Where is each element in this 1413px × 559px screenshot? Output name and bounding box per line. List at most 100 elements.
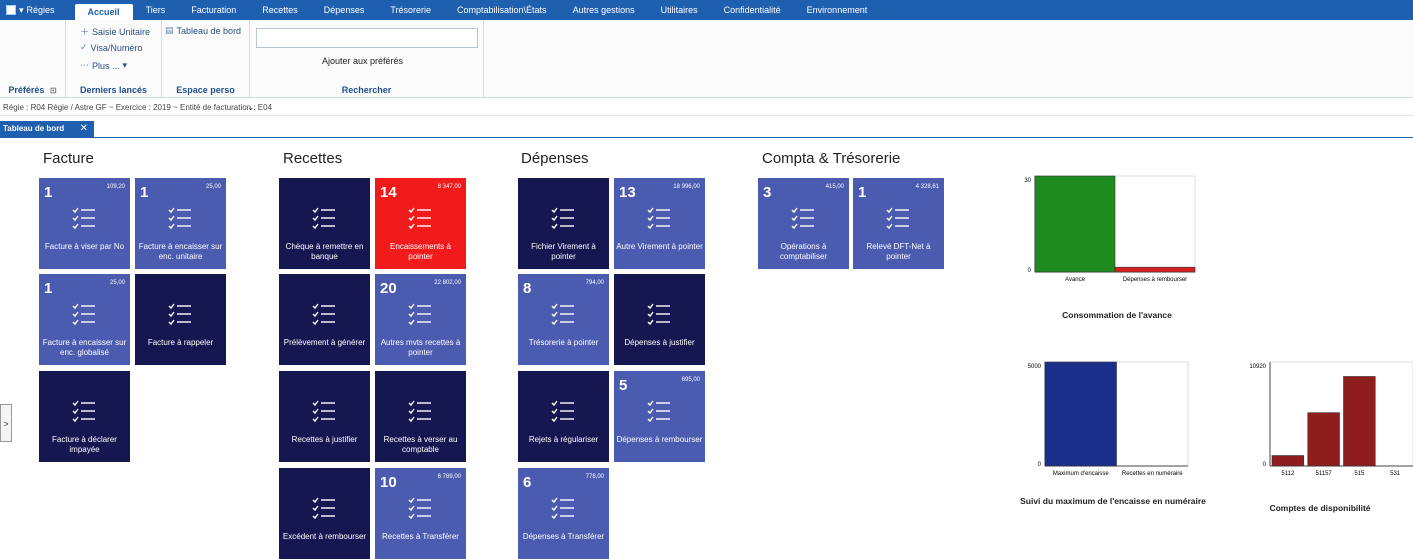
- checklist-icon: [647, 399, 671, 423]
- dashboard-tile[interactable]: 6 778,00 Dépenses à Transférer: [518, 468, 609, 559]
- plus-dropdown[interactable]: ⋯ Plus ... ▾: [80, 60, 127, 71]
- dashboard-tile[interactable]: Facture à déclarer impayée: [39, 371, 130, 462]
- x-tick-label: 5112: [1281, 471, 1295, 477]
- y-tick-label: 0: [1038, 462, 1042, 468]
- dashboard-tile[interactable]: 1 25,00 Facture à encaisser sur enc. globa…: [39, 274, 130, 365]
- plus-icon: ＋: [80, 27, 90, 37]
- tile-label: Facture à encaisser sur enc. unitaire: [138, 242, 223, 261]
- tile-label: Recettes à Transférer: [382, 532, 459, 541]
- tableau-de-bord-link[interactable]: ▤ Tableau de bord: [165, 25, 241, 36]
- app-menu-label: Régies: [26, 5, 55, 15]
- tab-environnement[interactable]: Environnement: [794, 0, 881, 20]
- chart-bar: [1034, 175, 1116, 273]
- dashboard-tile[interactable]: 1 25,00 Facture à encaisser sur enc. unita…: [135, 178, 226, 269]
- dashboard-tile[interactable]: Recettes à verser au comptable: [375, 371, 466, 462]
- tile-label: Recettes à verser au comptable: [383, 435, 458, 454]
- checklist-icon: [168, 206, 192, 230]
- y-tick-label: 0: [1028, 268, 1032, 274]
- tab-d-penses[interactable]: Dépenses: [311, 0, 378, 20]
- expand-icon[interactable]: ⊡: [50, 86, 57, 95]
- breadcrumb-text: Régie : R04 Régie / Astre GF ~ Exercice …: [3, 103, 273, 112]
- more-icon: ⋯: [80, 60, 89, 70]
- checklist-icon: [312, 496, 336, 520]
- tab-tiers[interactable]: Tiers: [133, 0, 179, 20]
- tile-count: 8: [523, 280, 532, 297]
- chart-bar: [1343, 376, 1376, 467]
- tile-count: 1: [44, 280, 53, 297]
- group-preferes: Préférés ⊡: [0, 20, 66, 98]
- dashboard-tile[interactable]: Chèque à remettre en banque: [279, 178, 370, 269]
- visa-numero-link[interactable]: ✓ Visa/Numéro: [80, 42, 142, 53]
- x-tick-label: 515: [1354, 471, 1365, 477]
- dashboard-tile[interactable]: Rejets à régulariser: [518, 371, 609, 462]
- tile-amount: 794,00: [585, 280, 604, 286]
- tab-tableau-de-bord[interactable]: Tableau de bord ✕: [0, 121, 94, 137]
- tab-underline: [0, 137, 1413, 138]
- dashboard-tile[interactable]: 13 18 996,00 Autre Virement à pointer: [614, 178, 705, 269]
- app-icon: [6, 5, 16, 15]
- chart-bar: [1044, 361, 1117, 467]
- dashboard-tile[interactable]: 10 6 789,00 Recettes à Transférer: [375, 468, 466, 559]
- plus-label: Plus ...: [92, 60, 120, 71]
- saisie-unitaire-link[interactable]: ＋ Saisie Unitaire: [80, 25, 150, 38]
- tab-recettes[interactable]: Recettes: [249, 0, 311, 20]
- chevron-down-icon[interactable]: ⌄: [247, 99, 255, 116]
- tab-tr-sorerie[interactable]: Trésorerie: [377, 0, 444, 20]
- tab-confidentialit-[interactable]: Confidentialité: [711, 0, 794, 20]
- tile-label: Facture à déclarer impayée: [52, 435, 117, 454]
- checklist-icon: [551, 399, 575, 423]
- dashboard-tile[interactable]: 1 109,20 Facture à viser par No: [39, 178, 130, 269]
- tile-count: 13: [619, 184, 636, 201]
- tableau-de-bord-label: Tableau de bord: [176, 25, 242, 36]
- app-menu-button[interactable]: ▾ Régies: [0, 0, 61, 20]
- dashboard-tile[interactable]: Excédent à rembourser: [279, 468, 370, 559]
- y-tick-label: 10920: [1249, 364, 1266, 370]
- dashboard-tile[interactable]: 5 695,00 Dépenses à rembourser: [614, 371, 705, 462]
- section-title-recettes: Recettes: [283, 150, 343, 167]
- dashboard-tile[interactable]: 8 794,00 Trésorerie à pointer: [518, 274, 609, 365]
- sidebar-toggle-button[interactable]: >: [0, 404, 12, 442]
- tile-count: 1: [140, 184, 149, 201]
- tab-utilitaires[interactable]: Utilitaires: [648, 0, 711, 20]
- tile-label: Opérations à comptabiliser: [779, 242, 828, 261]
- dashboard-tile[interactable]: 3 415,00 Opérations à comptabiliser: [758, 178, 849, 269]
- chart-consommation-avance: Avance Dépenses à rembourser 0 30: [1024, 175, 1196, 283]
- checklist-icon: [72, 302, 96, 326]
- checklist-icon: [791, 206, 815, 230]
- checklist-icon: [408, 496, 432, 520]
- tile-amount: 8 347,00: [437, 184, 461, 190]
- tile-amount: 4 328,61: [915, 184, 939, 190]
- group-derniers-label: Derniers lancés: [79, 85, 148, 95]
- checklist-icon: [168, 302, 192, 326]
- tab-facturation[interactable]: Facturation: [178, 0, 249, 20]
- checklist-icon: [647, 302, 671, 326]
- tile-label: Dépenses à Transférer: [522, 532, 605, 541]
- group-rechercher-label: Rechercher: [341, 85, 392, 95]
- x-tick-label: Maximum d'encaisse: [1053, 471, 1109, 477]
- tile-label: Excédent à rembourser: [282, 532, 367, 541]
- tab-autres-gestions[interactable]: Autres gestions: [560, 0, 648, 20]
- search-input[interactable]: [256, 28, 478, 48]
- checklist-icon: [312, 399, 336, 423]
- ribbon: Préférés ⊡ ＋ Saisie Unitaire ✓ Visa/Numé…: [0, 20, 1413, 98]
- x-tick-label: 51157: [1316, 471, 1333, 477]
- dashboard-tile[interactable]: Recettes à justifier: [279, 371, 370, 462]
- dashboard-tile[interactable]: Prélèvement à générer: [279, 274, 370, 365]
- tile-label: Recettes à justifier: [291, 435, 358, 444]
- dashboard-tile[interactable]: Fichier Virement à pointer: [518, 178, 609, 269]
- tab-accueil[interactable]: Accueil: [74, 4, 133, 20]
- checklist-icon: [72, 206, 96, 230]
- group-espace-perso: ▤ Tableau de bord Espace perso: [162, 20, 250, 98]
- dashboard-tile[interactable]: 20 22 802,00 Autres mvts recettes à pointe…: [375, 274, 466, 365]
- group-espace-label: Espace perso: [176, 85, 235, 95]
- dashboard-tile[interactable]: Dépenses à justifier: [614, 274, 705, 365]
- dashboard-tile[interactable]: 14 8 347,00 Encaissements à pointer: [375, 178, 466, 269]
- tile-amount: 25,00: [205, 184, 221, 190]
- dashboard-tile[interactable]: Facture à rappeler: [135, 274, 226, 365]
- add-favorites-button[interactable]: Ajouter aux préférés: [322, 56, 403, 66]
- close-icon[interactable]: ✕: [80, 121, 88, 137]
- tile-amount: 109,20: [106, 184, 125, 190]
- tab-comptabilisation-tats[interactable]: Comptabilisation\États: [444, 0, 560, 20]
- x-tick-label: Dépenses à rembourser: [1123, 277, 1187, 283]
- dashboard-tile[interactable]: 1 4 328,61 Relevé DFT-Net à pointer: [853, 178, 944, 269]
